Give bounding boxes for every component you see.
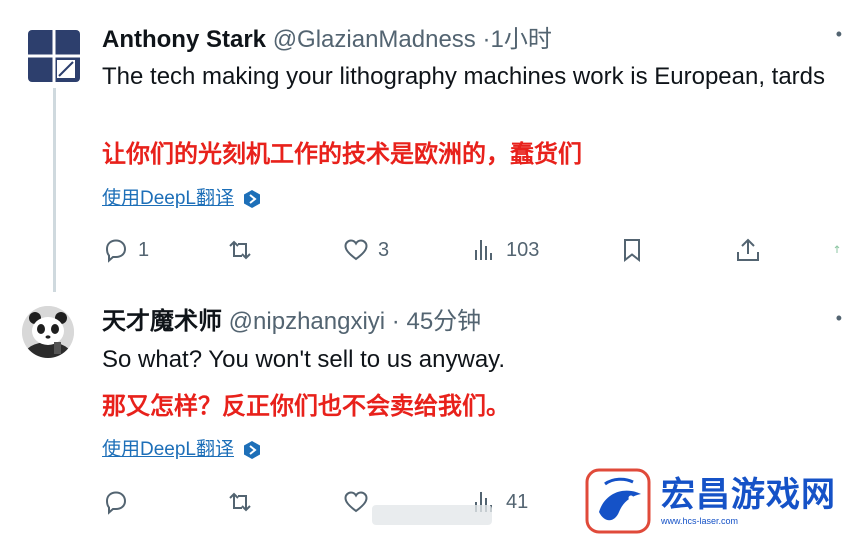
like-button[interactable]: 3 (342, 236, 389, 264)
avatar-logo-icon (28, 30, 80, 82)
display-name[interactable]: 天才魔术师 (102, 308, 222, 335)
retweet-button[interactable] (226, 236, 254, 264)
like-button[interactable] (342, 488, 370, 516)
reply-icon (105, 491, 127, 515)
bookmark-icon (624, 239, 640, 263)
retweet-icon (229, 492, 251, 512)
tweet-text: So what? You won't sell to us anyway. (102, 346, 506, 373)
translation-text: 那又怎样？反正你们也不会卖给我们。 (102, 393, 510, 420)
like-count: 3 (378, 238, 390, 261)
reply-button[interactable] (102, 488, 130, 516)
reply-icon (105, 239, 127, 263)
avatar[interactable] (28, 30, 80, 82)
tweet-1[interactable]: Anthony Stark @GlazianMadness ·1小时 • The… (0, 0, 845, 292)
retweet-icon (229, 240, 251, 260)
user-handle[interactable]: @GlazianMadness (273, 26, 476, 53)
views-button[interactable]: 103 (470, 236, 539, 264)
action-bar: 1 3 103 (102, 236, 845, 268)
panda-avatar-icon (22, 306, 74, 358)
timestamp[interactable]: 1小时 (490, 26, 551, 53)
overflow-action-icon[interactable] (832, 236, 845, 264)
user-handle[interactable]: @nipzhangxiyi (229, 308, 385, 335)
deepl-icon (244, 190, 260, 208)
view-count: 103 (506, 238, 540, 261)
share-icon (737, 238, 759, 261)
display-name[interactable]: Anthony Stark (102, 26, 266, 53)
heart-icon (344, 491, 368, 513)
thread-line (53, 88, 56, 292)
deepl-link-label[interactable]: 使用DeepL翻译 (102, 187, 234, 211)
deepl-translate-link[interactable]: 使用DeepL翻译 (102, 187, 262, 211)
blurred-overlay (372, 505, 492, 525)
tweet-header: 天才魔术师 @nipzhangxiyi · 45分钟 (102, 307, 481, 337)
more-options-icon[interactable]: • (836, 24, 842, 45)
watermark: 宏昌游戏网 www.hcs-laser.com (585, 462, 845, 539)
analytics-icon (475, 240, 492, 260)
reply-button[interactable]: 1 (102, 236, 149, 264)
dragon-logo-icon (585, 468, 651, 533)
tweet-text: The tech making your lithography machine… (102, 63, 826, 90)
heart-icon (344, 239, 368, 261)
timestamp[interactable]: 45分钟 (406, 308, 481, 335)
more-options-icon[interactable]: • (836, 308, 842, 329)
reply-count: 1 (138, 238, 150, 261)
bookmark-button[interactable] (618, 236, 646, 264)
watermark-url: www.hcs-laser.com (661, 515, 739, 526)
retweet-button[interactable] (226, 488, 254, 516)
watermark-title: 宏昌游戏网 (661, 475, 836, 514)
deepl-icon (244, 441, 260, 459)
separator-dot: · (391, 308, 400, 335)
tweet-header: Anthony Stark @GlazianMadness ·1小时 (102, 25, 552, 55)
avatar[interactable] (22, 306, 74, 358)
share-button[interactable] (734, 236, 762, 264)
partial-icon (834, 245, 840, 253)
deepl-translate-link[interactable]: 使用DeepL翻译 (102, 438, 262, 462)
deepl-link-label[interactable]: 使用DeepL翻译 (102, 438, 234, 462)
view-count: 41 (506, 490, 529, 513)
translation-text: 让你们的光刻机工作的技术是欧洲的，蠢货们 (102, 141, 582, 168)
